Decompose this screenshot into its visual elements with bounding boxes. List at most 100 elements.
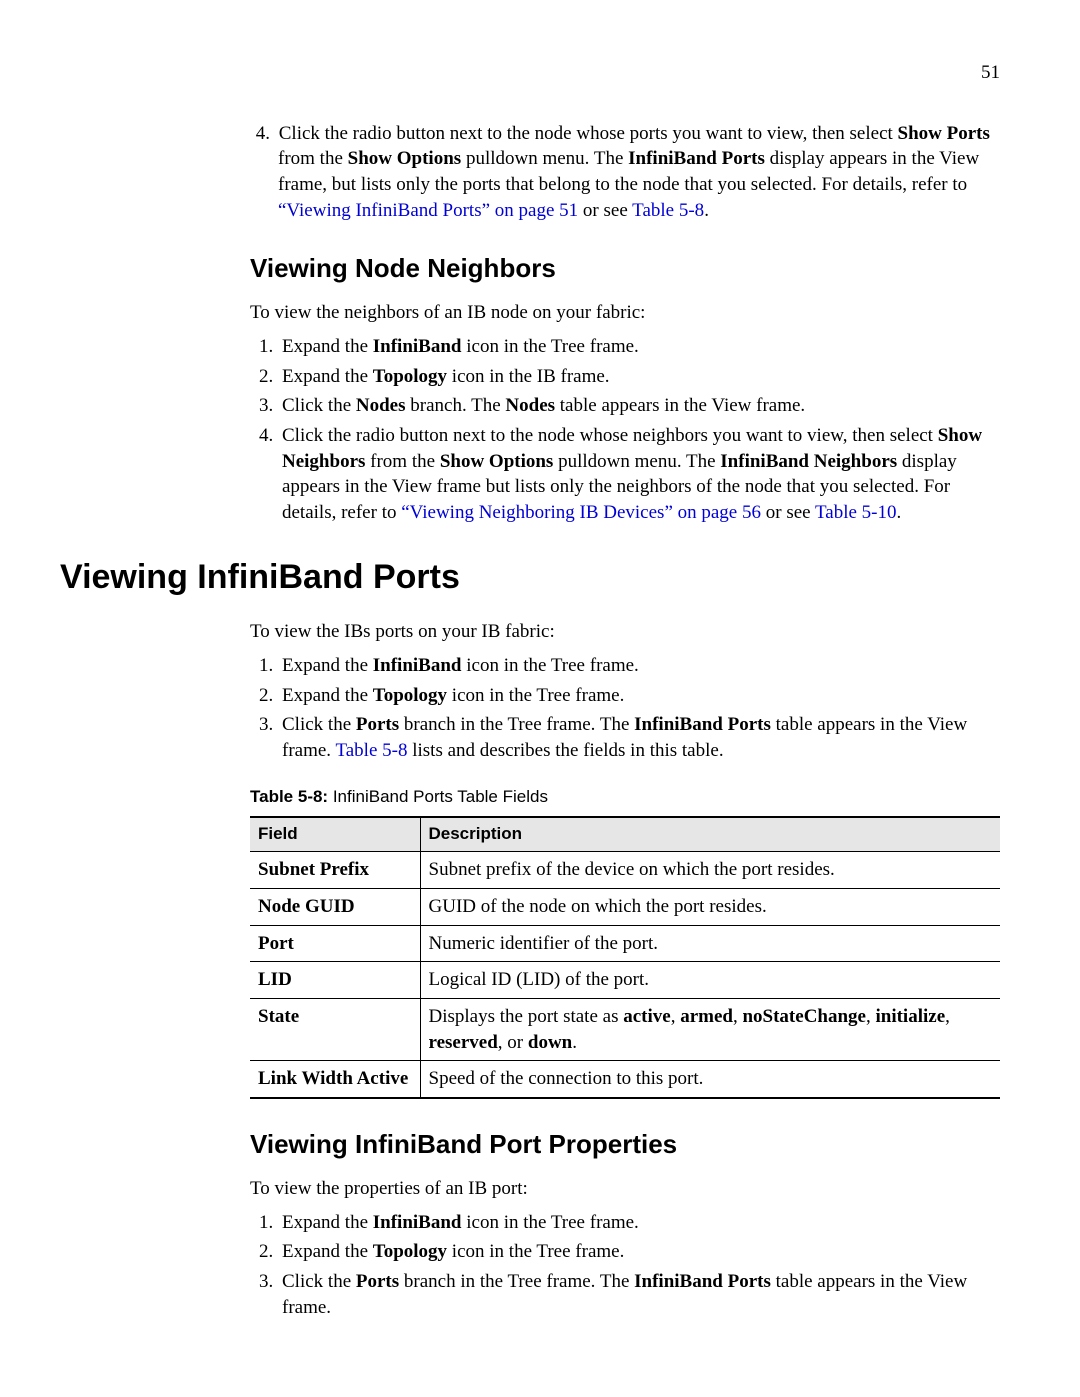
cell-desc: Logical ID (LID) of the port. — [420, 962, 1000, 999]
label-show-options: Show Options — [440, 451, 554, 472]
continued-step-block: 4. Click the radio button next to the no… — [250, 121, 1000, 526]
step-2: Expand the Topology icon in the Tree fra… — [278, 683, 1000, 709]
table-label: Table 5-8: — [250, 787, 328, 806]
text: Expand the — [282, 1212, 373, 1233]
link-viewing-neighboring-ib[interactable]: “Viewing Neighboring IB Devices” on page… — [401, 502, 761, 523]
text: Expand the — [282, 655, 373, 676]
step-2: Expand the Topology icon in the Tree fra… — [278, 1239, 1000, 1265]
step-4: Click the radio button next to the node … — [278, 423, 1000, 526]
table-infiniband-ports-fields: Field Description Subnet Prefix Subnet p… — [250, 816, 1000, 1098]
intro-portprops: To view the properties of an IB port: — [250, 1176, 1000, 1202]
table-row: Port Numeric identifier of the port. — [250, 925, 1000, 962]
text: icon in the Tree frame. — [462, 336, 639, 357]
label-show-ports: Show Ports — [898, 123, 990, 144]
label-infiniband-ports: InfiniBand Ports — [634, 714, 771, 735]
table-row: Subnet Prefix Subnet prefix of the devic… — [250, 852, 1000, 889]
text: Displays the port state as — [429, 1006, 624, 1027]
label-infiniband-neighbors: InfiniBand Neighbors — [720, 451, 897, 472]
steps-portprops: Expand the InfiniBand icon in the Tree f… — [250, 1210, 1000, 1321]
intro-ports: To view the IBs ports on your IB fabric: — [250, 619, 1000, 645]
text: Expand the — [282, 366, 373, 387]
cell-desc: Displays the port state as active, armed… — [420, 998, 1000, 1060]
state-down: down — [528, 1032, 572, 1053]
col-field: Field — [250, 817, 420, 851]
heading-viewing-node-neighbors: Viewing Node Neighbors — [250, 251, 1000, 286]
label-topology: Topology — [373, 366, 447, 387]
text: icon in the Tree frame. — [447, 1241, 624, 1262]
cell-desc: Subnet prefix of the device on which the… — [420, 852, 1000, 889]
text: Expand the — [282, 1241, 373, 1262]
state-initialize: initialize — [875, 1006, 945, 1027]
text: . — [897, 502, 902, 523]
link-table-5-8[interactable]: Table 5-8 — [632, 200, 704, 221]
step-3: Click the Ports branch in the Tree frame… — [278, 1269, 1000, 1320]
step-3: Click the Ports branch in the Tree frame… — [278, 712, 1000, 763]
label-infiniband: InfiniBand — [373, 336, 462, 357]
text: Click the radio button next to the node … — [279, 123, 898, 144]
text: or see — [578, 200, 632, 221]
text: Click the — [282, 395, 356, 416]
heading-viewing-infiniband-ports: Viewing InfiniBand Ports — [60, 555, 1000, 601]
page: 51 4. Click the radio button next to the… — [0, 0, 1080, 1397]
text: Click the — [282, 1271, 356, 1292]
step-number: 4. — [254, 121, 274, 147]
cell-desc: GUID of the node on which the port resid… — [420, 889, 1000, 926]
label-show-options: Show Options — [348, 148, 462, 169]
text: Click the radio button next to the node … — [282, 425, 938, 446]
label-infiniband: InfiniBand — [373, 655, 462, 676]
text: Expand the — [282, 336, 373, 357]
steps-ports: Expand the InfiniBand icon in the Tree f… — [250, 653, 1000, 764]
table-title: InfiniBand Ports Table Fields — [328, 787, 548, 806]
text: icon in the IB frame. — [447, 366, 610, 387]
cell-field: Subnet Prefix — [250, 852, 420, 889]
cell-desc: Numeric identifier of the port. — [420, 925, 1000, 962]
cell-desc: Speed of the connection to this port. — [420, 1061, 1000, 1098]
text: branch in the Tree frame. The — [399, 714, 634, 735]
label-ports: Ports — [356, 1271, 399, 1292]
label-infiniband-ports: InfiniBand Ports — [634, 1271, 771, 1292]
text: branch in the Tree frame. The — [399, 1271, 634, 1292]
label-topology: Topology — [373, 1241, 447, 1262]
cell-field: Link Width Active — [250, 1061, 420, 1098]
text: table appears in the View frame. — [555, 395, 805, 416]
link-table-5-10[interactable]: Table 5-10 — [815, 502, 897, 523]
text: Expand the — [282, 685, 373, 706]
text: , — [945, 1006, 950, 1027]
label-topology: Topology — [373, 685, 447, 706]
step-1: Expand the InfiniBand icon in the Tree f… — [278, 1210, 1000, 1236]
step-3: Click the Nodes branch. The Nodes table … — [278, 393, 1000, 419]
table-row: LID Logical ID (LID) of the port. — [250, 962, 1000, 999]
table-row: Link Width Active Speed of the connectio… — [250, 1061, 1000, 1098]
col-description: Description — [420, 817, 1000, 851]
link-table-5-8[interactable]: Table 5-8 — [335, 740, 407, 761]
cell-field: State — [250, 998, 420, 1060]
cell-field: Port — [250, 925, 420, 962]
intro-neighbors: To view the neighbors of an IB node on y… — [250, 300, 1000, 326]
text: icon in the Tree frame. — [462, 1212, 639, 1233]
label-infiniband: InfiniBand — [373, 1212, 462, 1233]
link-viewing-ib-ports[interactable]: “Viewing InfiniBand Ports” on page 51 — [278, 200, 578, 221]
label-nodes: Nodes — [356, 395, 406, 416]
text: icon in the Tree frame. — [462, 655, 639, 676]
text: icon in the Tree frame. — [447, 685, 624, 706]
text: branch. The — [406, 395, 506, 416]
label-infiniband-ports: InfiniBand Ports — [628, 148, 765, 169]
label-ports: Ports — [356, 714, 399, 735]
text: . — [572, 1032, 577, 1053]
text: from the — [278, 148, 348, 169]
heading-viewing-ib-port-properties: Viewing InfiniBand Port Properties — [250, 1127, 1000, 1162]
table-caption: Table 5-8: InfiniBand Ports Table Fields — [250, 786, 1000, 809]
label-nodes: Nodes — [505, 395, 555, 416]
step-1: Expand the InfiniBand icon in the Tree f… — [278, 334, 1000, 360]
text: pulldown menu. The — [553, 451, 720, 472]
step-2: Expand the Topology icon in the IB frame… — [278, 364, 1000, 390]
cell-field: Node GUID — [250, 889, 420, 926]
state-active: active — [623, 1006, 670, 1027]
table-row: State Displays the port state as active,… — [250, 998, 1000, 1060]
step-1: Expand the InfiniBand icon in the Tree f… — [278, 653, 1000, 679]
text: Click the — [282, 714, 356, 735]
cell-field: LID — [250, 962, 420, 999]
page-number: 51 — [60, 60, 1000, 86]
text: lists and describes the fields in this t… — [407, 740, 723, 761]
text: , or — [498, 1032, 528, 1053]
